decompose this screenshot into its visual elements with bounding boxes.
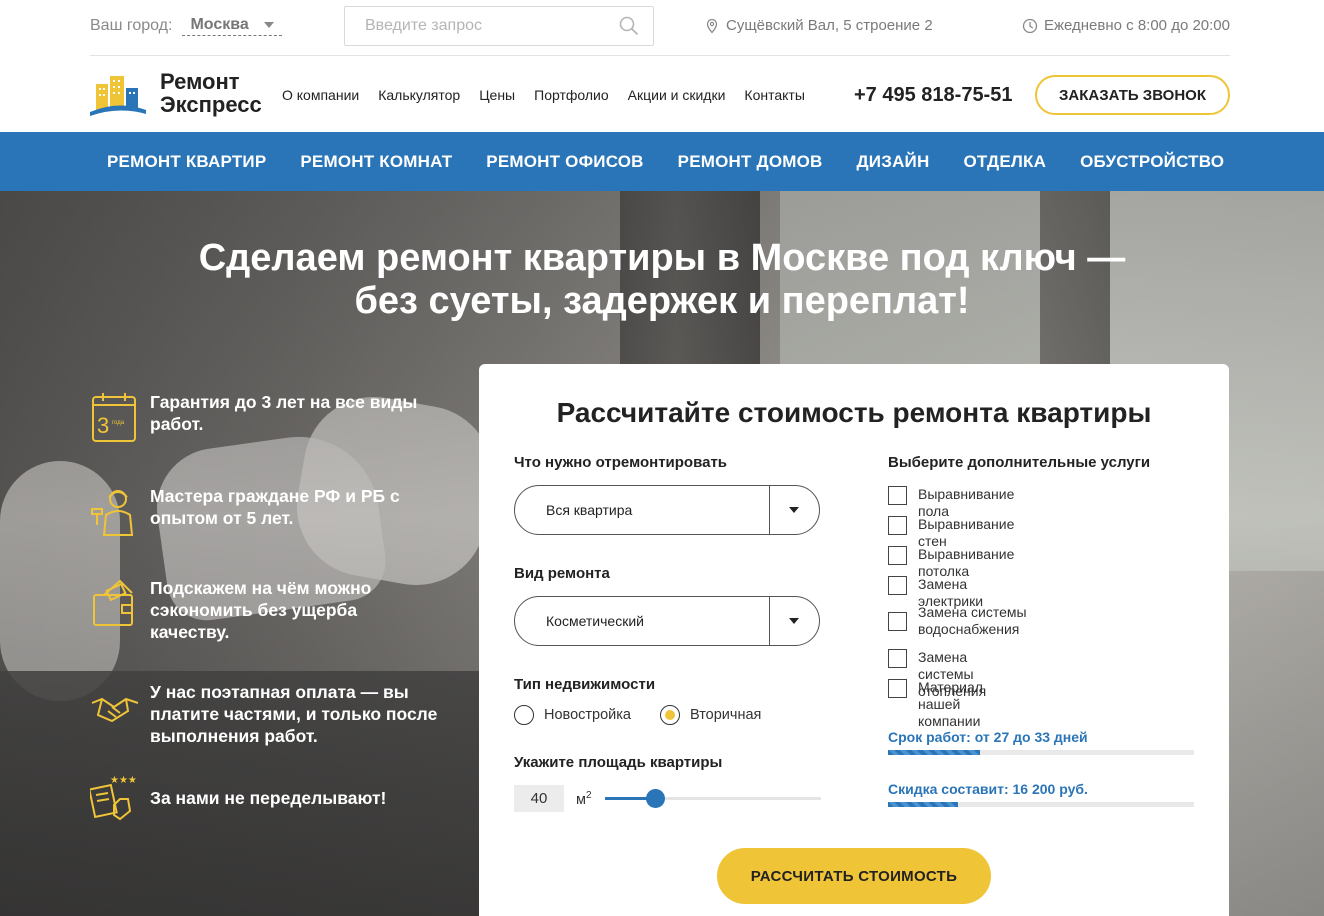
- radio-label: Новостройка: [544, 707, 631, 723]
- search-box: [344, 6, 654, 46]
- checkbox-walls[interactable]: Выравнивание стен: [888, 516, 1014, 550]
- city-label: Ваш город:: [90, 17, 173, 34]
- area-label: Укажите площадь квартиры: [514, 754, 723, 771]
- menu-item-portfolio[interactable]: Портфолио: [534, 87, 609, 103]
- svg-text:★★★: ★★★: [110, 775, 137, 786]
- phone-number[interactable]: +7 495 818-75-51: [854, 84, 1012, 107]
- nav-item-design[interactable]: ДИЗАЙН: [857, 152, 930, 172]
- area-slider[interactable]: [605, 789, 821, 808]
- radio-new-building[interactable]: Новостройка: [514, 705, 631, 725]
- menu-item-contacts[interactable]: Контакты: [744, 87, 804, 103]
- chevron-down-icon: [789, 507, 799, 513]
- select-divider: [769, 597, 770, 645]
- radio-circle: [514, 705, 534, 725]
- chevron-down-icon: [264, 22, 275, 28]
- address: Сущёвский Вал, 5 строение 2: [704, 17, 933, 34]
- buildings-logo-icon: [90, 76, 146, 116]
- top-bar: Ваш город: Москва Сущёвский Вал, 5 строе…: [0, 0, 1324, 56]
- menu-item-about[interactable]: О компании: [282, 87, 359, 103]
- discount-progress-fill: [888, 802, 959, 807]
- checkbox[interactable]: [888, 679, 907, 698]
- calculator-title: Рассчитайте стоимость ремонта квартиры: [556, 397, 1152, 428]
- checkbox-water[interactable]: Замена системы водоснабжения: [888, 604, 1068, 638]
- worker-icon: [91, 490, 134, 536]
- hours-text: Ежедневно с 8:00 до 20:00: [1043, 17, 1230, 34]
- area-unit: м2: [576, 790, 592, 808]
- main-menu: О компании Калькулятор Цены Портфолио Ак…: [282, 87, 805, 103]
- repair-type-label: Вид ремонта: [514, 565, 610, 582]
- calculate-button[interactable]: РАССЧИТАТЬ СТОИМОСТЬ: [717, 848, 991, 904]
- document-stars-icon: ★★★: [90, 775, 137, 821]
- svg-text:3: 3: [97, 413, 109, 438]
- feature-text: У нас поэтапная оплата — вы платите част…: [150, 682, 438, 746]
- feature-item: ★★★ За нами не переделывают!: [90, 771, 450, 825]
- clock-icon: [1022, 18, 1038, 33]
- discount-text: Скидка составит: 16 200 руб.: [888, 781, 1088, 797]
- checkbox-floor[interactable]: Выравнивание пола: [888, 486, 1014, 520]
- working-hours: Ежедневно с 8:00 до 20:00: [1022, 17, 1230, 34]
- radio-label: Вторичная: [690, 707, 762, 723]
- nav-item-arrangement[interactable]: ОБУСТРОЙСТВО: [1080, 152, 1224, 172]
- select-divider: [769, 486, 770, 534]
- what-label: Что нужно отремонтировать: [514, 454, 728, 471]
- repair-type-select[interactable]: Косметический: [514, 596, 820, 646]
- svg-text:года: года: [112, 420, 125, 426]
- area-input[interactable]: 40: [514, 785, 564, 812]
- order-call-button[interactable]: ЗАКАЗАТЬ ЗВОНОК: [1035, 75, 1230, 115]
- discount-progress: [888, 802, 1194, 807]
- feature-text: Мастера граждане РФ и РБ с опытом от 5 л…: [150, 486, 400, 528]
- nav-item-apartments[interactable]: РЕМОНТ КВАРТИР: [107, 152, 266, 172]
- feature-text: За нами не переделывают!: [150, 788, 387, 808]
- logo-text: Ремонт Экспресс: [160, 69, 262, 117]
- feature-text: Подскажем на чём можно сэкономить без ущ…: [150, 578, 372, 642]
- feature-item: Мастера граждане РФ и РБ с опытом от 5 л…: [90, 485, 440, 539]
- search-input[interactable]: [345, 7, 595, 45]
- hero-title: Сделаем ремонт квартиры в Москве под клю…: [198, 237, 1126, 322]
- radio-circle-selected: [660, 705, 680, 725]
- extras-label: Выберите дополнительные услуги: [888, 454, 1151, 471]
- checkbox[interactable]: [888, 576, 907, 595]
- handshake-icon: [91, 697, 139, 723]
- city-value: Москва: [190, 16, 249, 33]
- duration-progress-fill: [888, 750, 980, 755]
- nav-item-rooms[interactable]: РЕМОНТ КОМНАТ: [300, 152, 452, 172]
- menu-item-promotions[interactable]: Акции и скидки: [628, 87, 726, 103]
- calendar-3-years-icon: 3 года: [92, 393, 136, 442]
- city-selector: Ваш город: Москва: [90, 16, 283, 36]
- address-text: Сущёвский Вал, 5 строение 2: [726, 17, 933, 34]
- wallet-icon: [93, 579, 133, 626]
- nav-item-finishing[interactable]: ОТДЕЛКА: [963, 152, 1046, 172]
- property-type-label: Тип недвижимости: [514, 676, 656, 693]
- nav-item-houses[interactable]: РЕМОНТ ДОМОВ: [678, 152, 823, 172]
- feature-item: Подскажем на чём можно сэкономить без ущ…: [90, 577, 420, 643]
- checkbox[interactable]: [888, 486, 907, 505]
- checkbox-materials[interactable]: Материал нашей компании: [888, 679, 983, 730]
- feature-item: У нас поэтапная оплата — вы платите част…: [90, 681, 450, 747]
- checkbox[interactable]: [888, 546, 907, 565]
- radio-secondary[interactable]: Вторичная: [660, 705, 761, 725]
- feature-item: 3 года Гарантия до 3 лет на все виды раб…: [90, 391, 450, 445]
- chevron-down-icon: [789, 618, 799, 624]
- slider-handle[interactable]: [645, 789, 665, 808]
- menu-item-prices[interactable]: Цены: [479, 87, 515, 103]
- what-select-value: Вся квартира: [546, 502, 633, 518]
- checkbox[interactable]: [888, 649, 907, 668]
- repair-type-value: Косметический: [546, 613, 644, 629]
- services-nav: РЕМОНТ КВАРТИР РЕМОНТ КОМНАТ РЕМОНТ ОФИС…: [0, 132, 1324, 191]
- logo[interactable]: Ремонт Экспресс: [90, 70, 262, 116]
- checkbox-ceiling[interactable]: Выравнивание потолка: [888, 546, 1014, 580]
- calculator-card: Рассчитайте стоимость ремонта квартиры Ч…: [479, 364, 1229, 916]
- city-dropdown[interactable]: Москва: [182, 16, 283, 36]
- duration-progress: [888, 750, 1194, 755]
- feature-text: Гарантия до 3 лет на все виды работ.: [150, 392, 418, 434]
- checkbox[interactable]: [888, 516, 907, 535]
- menu-item-calculator[interactable]: Калькулятор: [378, 87, 460, 103]
- search-icon[interactable]: [619, 16, 639, 36]
- what-select[interactable]: Вся квартира: [514, 485, 820, 535]
- header: Ремонт Экспресс О компании Калькулятор Ц…: [90, 56, 1230, 132]
- duration-text: Срок работ: от 27 до 33 дней: [888, 729, 1088, 745]
- nav-item-offices[interactable]: РЕМОНТ ОФИСОВ: [486, 152, 643, 172]
- checkbox[interactable]: [888, 612, 907, 631]
- location-pin-icon: [706, 18, 718, 33]
